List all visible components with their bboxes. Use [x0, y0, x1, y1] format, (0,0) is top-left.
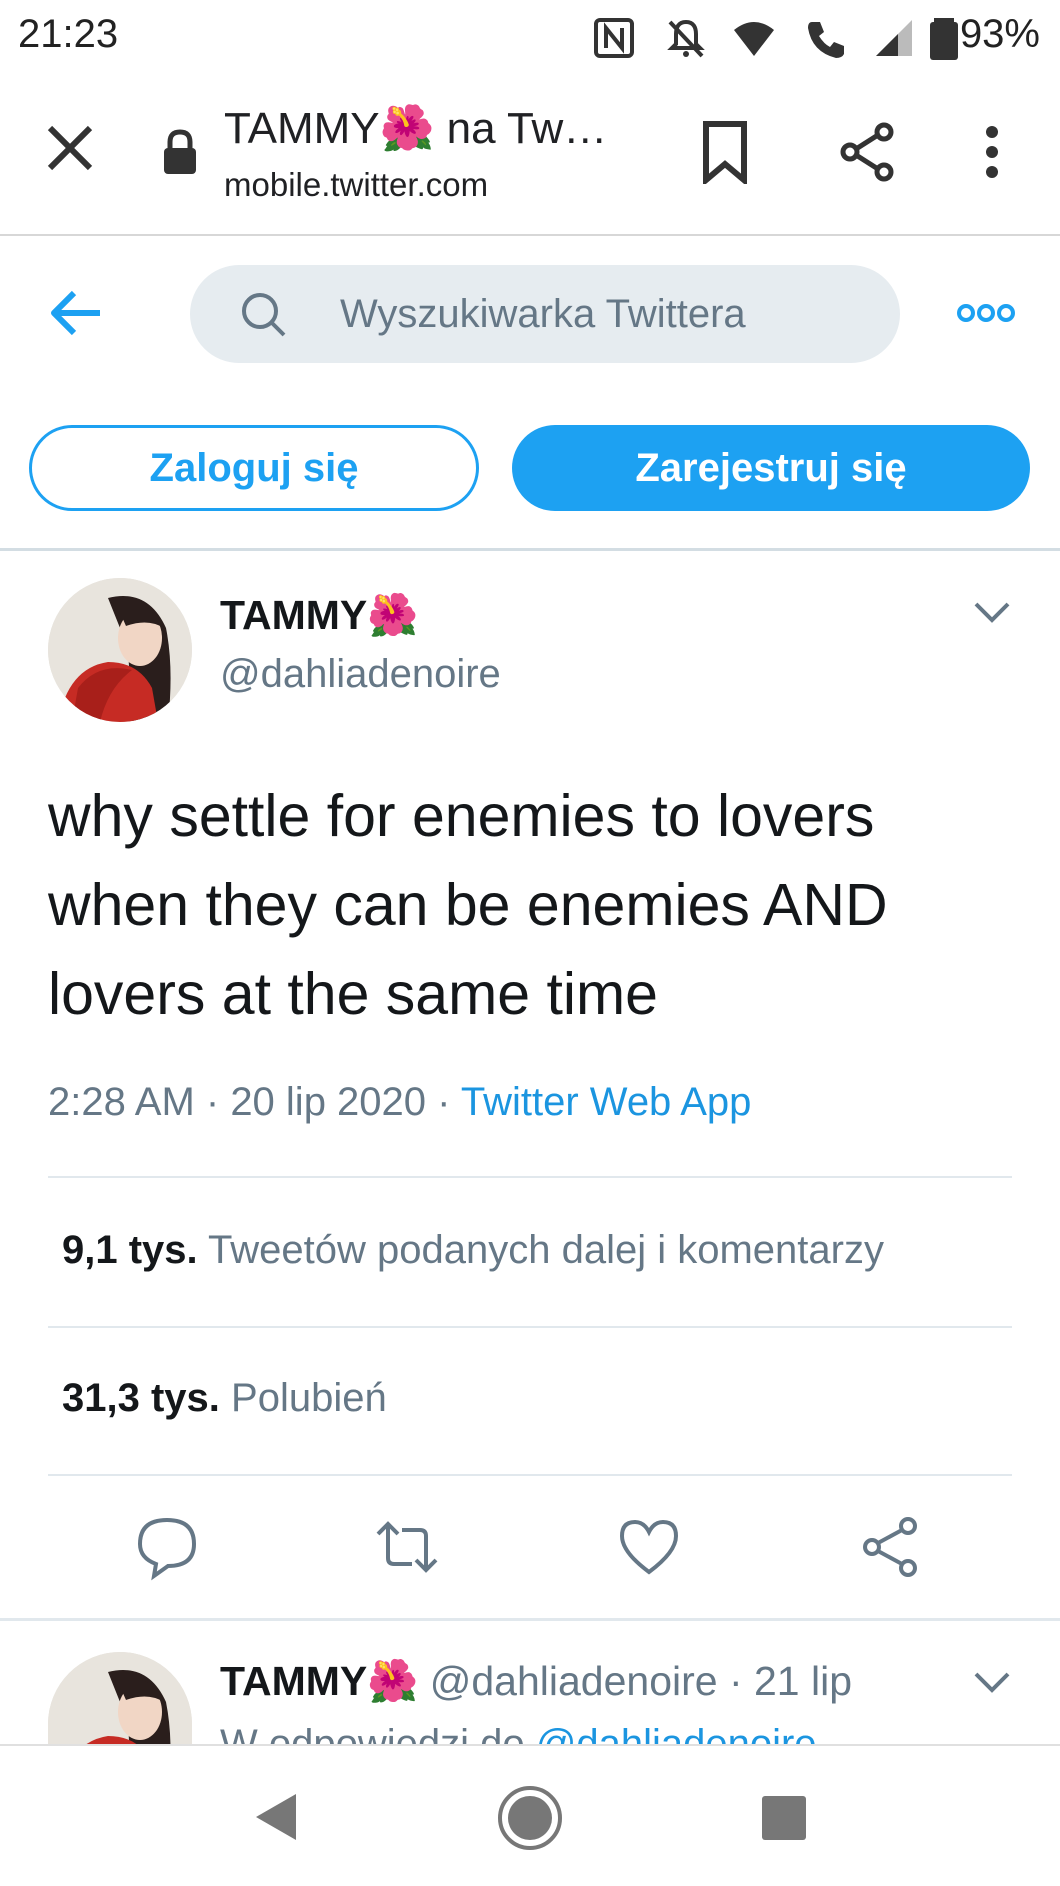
reply-header: TAMMY🌺 @dahliadenoire · 21 lip: [220, 1658, 853, 1704]
chevron-down-icon[interactable]: [972, 600, 1012, 624]
nav-home-icon[interactable]: [496, 1784, 564, 1852]
browser-toolbar: TAMMY🌺 na Tw… mobile.twitter.com: [0, 74, 1060, 236]
battery-level: 93%: [959, 12, 1040, 56]
wifi-calling-icon: [808, 22, 844, 58]
login-button[interactable]: Zaloguj się: [29, 425, 479, 511]
tweet-author-name[interactable]: TAMMY🌺: [220, 592, 418, 640]
reply-date: 21 lip: [754, 1658, 853, 1704]
register-button[interactable]: Zarejestruj się: [512, 425, 1030, 511]
likes-stat[interactable]: 31,3 tys. Polubień: [62, 1376, 387, 1421]
share-icon[interactable]: [838, 122, 898, 182]
like-icon[interactable]: [614, 1512, 684, 1582]
reply-author-text: TAMMY: [220, 1658, 368, 1704]
search-input[interactable]: Wyszukiwarka Twittera: [340, 265, 746, 363]
thread-divider: [0, 1618, 1060, 1621]
tweet-meta: 2:28 AM · 20 lip 2020 · Twitter Web App: [48, 1080, 752, 1124]
divider: [48, 1326, 1012, 1328]
tab-title-prefix: TAMMY: [224, 104, 380, 153]
hibiscus-icon: 🌺: [367, 592, 419, 638]
close-icon[interactable]: [40, 118, 100, 178]
reply-handle[interactable]: @dahliadenoire: [430, 1658, 718, 1704]
nav-back-icon[interactable]: [250, 1790, 300, 1844]
divider: [48, 1176, 1012, 1178]
share-icon[interactable]: [856, 1512, 926, 1582]
tab-title: TAMMY🌺 na Tw…: [224, 102, 607, 154]
signal-icon: [876, 20, 912, 56]
tab-title-suffix: na Tw…: [434, 104, 608, 153]
hibiscus-icon: 🌺: [367, 1658, 419, 1704]
tweet-time: 2:28 AM: [48, 1080, 195, 1124]
nav-recents-icon[interactable]: [760, 1794, 808, 1842]
retweets-stat[interactable]: 9,1 tys. Tweetów podanych dalej i koment…: [62, 1228, 884, 1273]
back-arrow-icon[interactable]: [48, 288, 104, 338]
search-bar[interactable]: Wyszukiwarka Twittera: [190, 265, 900, 363]
notifications-off-icon: [667, 19, 705, 58]
in-reply-mention[interactable]: @dahliadenoire: [536, 1722, 817, 1746]
more-options-icon[interactable]: [956, 300, 1016, 326]
tweet-handle[interactable]: @dahliadenoire: [220, 652, 501, 697]
tweet-source-link[interactable]: Twitter Web App: [461, 1080, 752, 1124]
in-reply-to: W odpowiedzi do @dahliadenoire: [220, 1722, 817, 1746]
avatar[interactable]: [48, 578, 192, 722]
status-time: 21:23: [18, 12, 119, 56]
tab-url: mobile.twitter.com: [224, 166, 489, 203]
more-vertical-icon[interactable]: [974, 124, 1010, 180]
bookmark-icon[interactable]: [700, 120, 750, 184]
retweets-label: Tweetów podanych dalej i komentarzy: [208, 1228, 884, 1272]
avatar[interactable]: [48, 1652, 192, 1744]
reply-author-name[interactable]: TAMMY🌺: [220, 1658, 418, 1704]
reply-icon[interactable]: [132, 1512, 202, 1582]
nfc-icon: [594, 18, 634, 58]
author-name-text: TAMMY: [220, 592, 368, 638]
likes-count: 31,3 tys.: [62, 1376, 220, 1420]
retweet-icon[interactable]: [372, 1512, 442, 1582]
system-navigation-bar: [0, 1744, 1060, 1886]
avatar-image: [48, 578, 192, 722]
divider: [48, 1474, 1012, 1476]
tweet-date: 20 lip 2020: [230, 1080, 427, 1124]
in-reply-prefix: W odpowiedzi do: [220, 1722, 536, 1746]
lock-icon: [164, 129, 196, 174]
likes-label: Polubień: [231, 1376, 387, 1420]
retweets-count: 9,1 tys.: [62, 1228, 198, 1272]
search-icon: [242, 293, 286, 337]
avatar-image: [48, 1652, 192, 1744]
status-bar: 21:23 93%: [0, 0, 1060, 74]
wifi-icon: [734, 22, 774, 56]
chevron-down-icon[interactable]: [972, 1670, 1012, 1694]
hibiscus-icon: 🌺: [379, 104, 435, 153]
header-divider: [0, 548, 1060, 551]
tweet-text: why settle for enemies to lovers when th…: [48, 783, 888, 1027]
